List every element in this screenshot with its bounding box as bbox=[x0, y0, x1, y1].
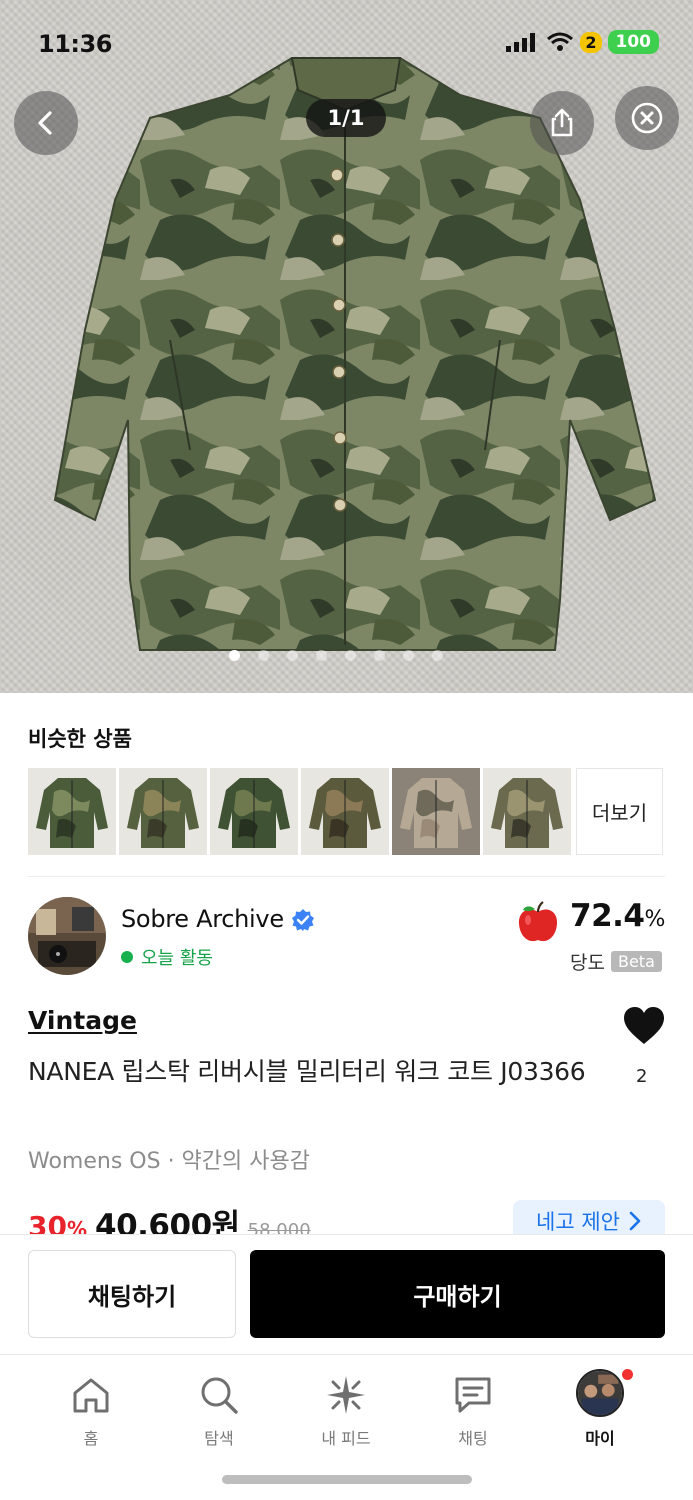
buy-button[interactable]: 구매하기 bbox=[250, 1250, 665, 1338]
share-button[interactable] bbox=[530, 91, 594, 155]
share-icon bbox=[551, 108, 573, 137]
similar-items-title: 비슷한 상품 bbox=[28, 727, 132, 751]
seller-activity: 오늘 활동 bbox=[121, 944, 213, 970]
similar-item-image bbox=[28, 768, 116, 855]
tab-chat-label: 채팅 bbox=[458, 1429, 488, 1448]
status-time: 11:36 bbox=[38, 30, 112, 58]
product-title: NANEA 립스탁 리버시블 밀리터리 워크 코트 J03366 bbox=[28, 1057, 586, 1086]
tab-explore[interactable]: 탐색 bbox=[174, 1373, 264, 1449]
score-unit: % bbox=[644, 907, 666, 932]
apple-icon bbox=[518, 901, 558, 942]
similar-items-list: 더보기 bbox=[28, 768, 663, 855]
similar-item-image bbox=[210, 768, 298, 855]
carousel-dot[interactable] bbox=[258, 650, 269, 661]
notification-dot bbox=[622, 1369, 633, 1380]
wifi-icon bbox=[547, 32, 574, 51]
carousel-dots bbox=[229, 650, 443, 661]
similar-item-image bbox=[392, 768, 480, 855]
similar-item-image bbox=[301, 768, 389, 855]
back-button[interactable] bbox=[14, 91, 78, 155]
similar-item-image bbox=[483, 768, 571, 855]
tab-explore-label: 탐색 bbox=[204, 1429, 234, 1448]
like-button[interactable] bbox=[622, 1006, 666, 1046]
similar-item-thumb[interactable] bbox=[28, 768, 116, 855]
chevron-left-icon bbox=[38, 111, 52, 135]
seller-avatar-image bbox=[28, 897, 106, 975]
carousel-dot[interactable] bbox=[287, 650, 298, 661]
tab-my[interactable]: 마이 bbox=[555, 1369, 645, 1449]
sparkle-icon bbox=[327, 1376, 365, 1414]
chevron-right-icon bbox=[629, 1211, 641, 1231]
tab-chat[interactable]: 채팅 bbox=[428, 1373, 518, 1449]
beta-badge: Beta bbox=[610, 951, 662, 972]
score-value: 72.4 bbox=[570, 898, 645, 934]
score-label-text: 당도 bbox=[570, 952, 605, 974]
carousel-dot[interactable] bbox=[316, 650, 327, 661]
home-icon bbox=[73, 1378, 109, 1413]
tab-my-feed[interactable]: 내 피드 bbox=[301, 1373, 391, 1449]
similar-item-thumb[interactable] bbox=[301, 768, 389, 855]
divider bbox=[28, 876, 665, 877]
status-bar: 11:36 2 100 bbox=[0, 0, 693, 90]
similar-item-thumb[interactable] bbox=[483, 768, 571, 855]
carousel-dot[interactable] bbox=[345, 650, 356, 661]
battery-indicator: 100 bbox=[607, 30, 659, 54]
chat-button[interactable]: 채팅하기 bbox=[28, 1250, 236, 1338]
sweetness-score: 72.4% bbox=[570, 898, 665, 934]
online-dot bbox=[121, 951, 133, 963]
seller-avatar[interactable] bbox=[28, 897, 106, 975]
brand-link[interactable]: Vintage bbox=[28, 1006, 137, 1035]
score-label: 당도 Beta bbox=[570, 948, 662, 975]
carousel-dot[interactable] bbox=[374, 650, 385, 661]
similar-item-thumb[interactable] bbox=[210, 768, 298, 855]
verified-badge-icon bbox=[292, 909, 314, 931]
status-icons: 2 100 bbox=[506, 30, 659, 54]
tab-my-feed-label: 내 피드 bbox=[321, 1429, 371, 1448]
carousel-dot[interactable] bbox=[432, 650, 443, 661]
carousel-dot[interactable] bbox=[403, 650, 414, 661]
similar-item-image bbox=[119, 768, 207, 855]
more-button[interactable]: 더보기 bbox=[576, 768, 663, 855]
product-meta: Womens OS · 약간의 사용감 bbox=[28, 1149, 310, 1174]
product-image[interactable]: 11:36 2 100 1/1 bbox=[0, 0, 693, 693]
profile-avatar bbox=[576, 1369, 624, 1417]
close-button[interactable] bbox=[615, 86, 679, 150]
action-bar: 채팅하기 구매하기 bbox=[0, 1234, 693, 1354]
heart-icon bbox=[624, 1007, 664, 1044]
offer-label: 네고 제안 bbox=[536, 1210, 620, 1234]
image-counter: 1/1 bbox=[306, 99, 386, 137]
similar-item-thumb[interactable] bbox=[119, 768, 207, 855]
seller-name[interactable]: Sobre Archive bbox=[121, 905, 284, 933]
tab-home[interactable]: 홈 bbox=[46, 1373, 136, 1449]
signal-icon bbox=[506, 33, 536, 52]
search-icon bbox=[201, 1377, 238, 1414]
carousel-dot[interactable] bbox=[229, 650, 240, 661]
like-count: 2 bbox=[636, 1066, 648, 1087]
home-indicator[interactable] bbox=[222, 1475, 472, 1484]
tab-home-label: 홈 bbox=[83, 1429, 99, 1448]
chat-icon bbox=[455, 1377, 491, 1413]
charge-badge: 2 bbox=[580, 31, 602, 53]
similar-item-thumb[interactable] bbox=[392, 768, 480, 855]
close-icon bbox=[631, 102, 663, 134]
profile-avatar-image bbox=[578, 1371, 622, 1415]
tab-my-label: 마이 bbox=[585, 1429, 615, 1448]
activity-text: 오늘 활동 bbox=[141, 948, 213, 969]
